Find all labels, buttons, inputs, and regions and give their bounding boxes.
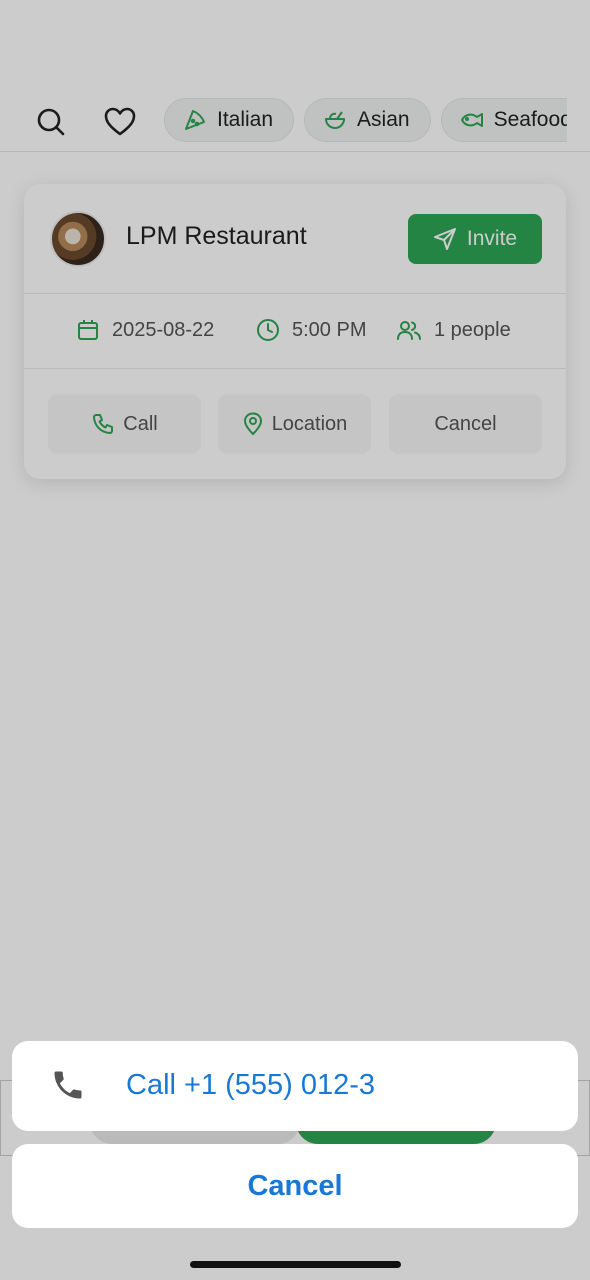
phone-handset-icon <box>54 1071 82 1099</box>
sheet-cancel-button[interactable]: Cancel <box>12 1144 578 1228</box>
sheet-cancel-label: Cancel <box>247 1169 343 1202</box>
call-action-option[interactable]: Call +1 (555) 012-3 <box>12 1041 578 1131</box>
home-indicator <box>190 1261 401 1268</box>
call-number-label: Call +1 (555) 012-3 <box>126 1069 376 1101</box>
